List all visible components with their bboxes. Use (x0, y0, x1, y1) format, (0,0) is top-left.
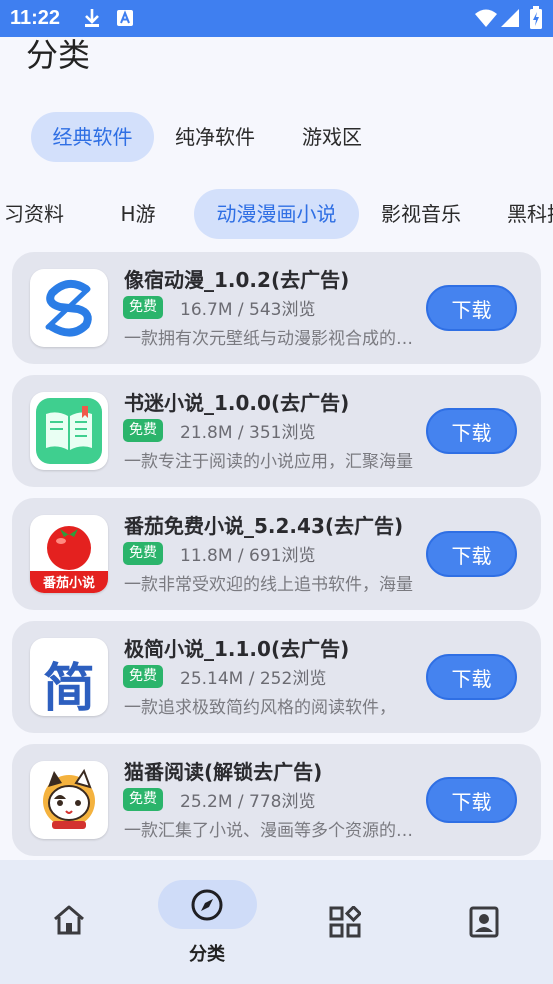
download-button[interactable]: 下载 (426, 408, 517, 454)
app-card[interactable]: 猫番阅读(解锁去广告) 免费 25.2M / 778浏览 一款汇集了小说、漫画等… (12, 744, 541, 856)
swirl-logo-icon (30, 269, 108, 347)
nav-profile[interactable] (434, 860, 534, 984)
tomato-icon: 番茄小说 (30, 515, 108, 593)
free-badge: 免费 (123, 542, 163, 565)
bottom-navigation: 分类 (0, 860, 553, 984)
app-meta: 16.7M / 543浏览 (180, 300, 316, 320)
subtab-h-games[interactable]: H游 (100, 189, 176, 239)
app-name: 书迷小说_1.0.0(去广告) (124, 391, 350, 415)
cat-mascot-icon (30, 761, 108, 839)
download-button[interactable]: 下载 (426, 654, 517, 700)
app-description: 一款拥有次元壁纸与动漫影视合成的软件 (124, 329, 416, 349)
status-time: 11:22 (10, 7, 61, 29)
app-notification-icon (116, 8, 134, 32)
nav-apps[interactable] (295, 860, 395, 984)
app-description: 一款追求极致简约风格的阅读软件， (124, 698, 396, 718)
free-badge: 免费 (123, 665, 163, 688)
profile-icon (469, 906, 499, 942)
app-card[interactable]: 简 极简小说_1.1.0(去广告) 免费 25.14M / 252浏览 一款追求… (12, 621, 541, 733)
subcategory-tabs[interactable]: 习资料 H游 动漫漫画小说 影视音乐 黑科技 (0, 189, 553, 239)
battery-icon (529, 6, 543, 34)
category-tabs: 经典软件 纯净软件 游戏区 (0, 112, 553, 162)
free-badge: 免费 (123, 296, 163, 319)
subtab-black-tech[interactable]: 黑科技 (497, 189, 553, 239)
page-title: 分类 (26, 36, 91, 74)
free-badge: 免费 (123, 788, 163, 811)
app-name: 猫番阅读(解锁去广告) (124, 760, 323, 784)
app-meta: 21.8M / 351浏览 (180, 423, 316, 443)
download-status-icon (83, 8, 101, 32)
download-button[interactable]: 下载 (426, 285, 517, 331)
tab-games[interactable]: 游戏区 (283, 112, 381, 162)
app-description: 一款汇集了小说、漫画等多个资源的软件 (124, 821, 416, 841)
app-card[interactable]: 番茄小说 番茄免费小说_5.2.43(去广告) 免费 11.8M / 691浏览… (12, 498, 541, 610)
signal-icon (500, 8, 520, 32)
tab-classic-software[interactable]: 经典软件 (31, 112, 154, 162)
download-button[interactable]: 下载 (426, 531, 517, 577)
app-card[interactable]: 像宿动漫_1.0.2(去广告) 免费 16.7M / 543浏览 一款拥有次元壁… (12, 252, 541, 364)
app-card[interactable]: 书迷小说_1.0.0(去广告) 免费 21.8M / 351浏览 一款专注于阅读… (12, 375, 541, 487)
nav-category-label: 分类 (189, 944, 225, 965)
nav-home[interactable] (20, 860, 120, 984)
app-description: 一款专注于阅读的小说应用，汇聚海量 (124, 452, 413, 472)
home-icon (52, 904, 86, 940)
subtab-movies-music[interactable]: 影视音乐 (372, 189, 470, 239)
subtab-study-materials[interactable]: 习资料 (0, 189, 74, 239)
app-name: 像宿动漫_1.0.2(去广告) (124, 268, 350, 292)
app-meta: 11.8M / 691浏览 (180, 546, 316, 566)
apps-grid-icon (329, 904, 363, 942)
jian-character-icon: 简 (30, 638, 108, 716)
compass-icon (190, 888, 224, 926)
wifi-icon (474, 8, 498, 32)
icon-caption: 番茄小说 (42, 576, 95, 591)
nav-category[interactable]: 分类 (150, 860, 265, 984)
app-name: 极简小说_1.1.0(去广告) (124, 637, 350, 661)
icon-character: 简 (42, 658, 95, 716)
download-button[interactable]: 下载 (426, 777, 517, 823)
app-meta: 25.2M / 778浏览 (180, 792, 316, 812)
app-name: 番茄免费小说_5.2.43(去广告) (124, 514, 404, 538)
app-description: 一款非常受欢迎的线上追书软件，海量 (124, 575, 413, 595)
tab-clean-software[interactable]: 纯净软件 (156, 112, 274, 162)
green-book-icon (30, 392, 108, 470)
app-meta: 25.14M / 252浏览 (180, 669, 327, 689)
free-badge: 免费 (123, 419, 163, 442)
subtab-anime-comics-novels[interactable]: 动漫漫画小说 (194, 189, 359, 239)
